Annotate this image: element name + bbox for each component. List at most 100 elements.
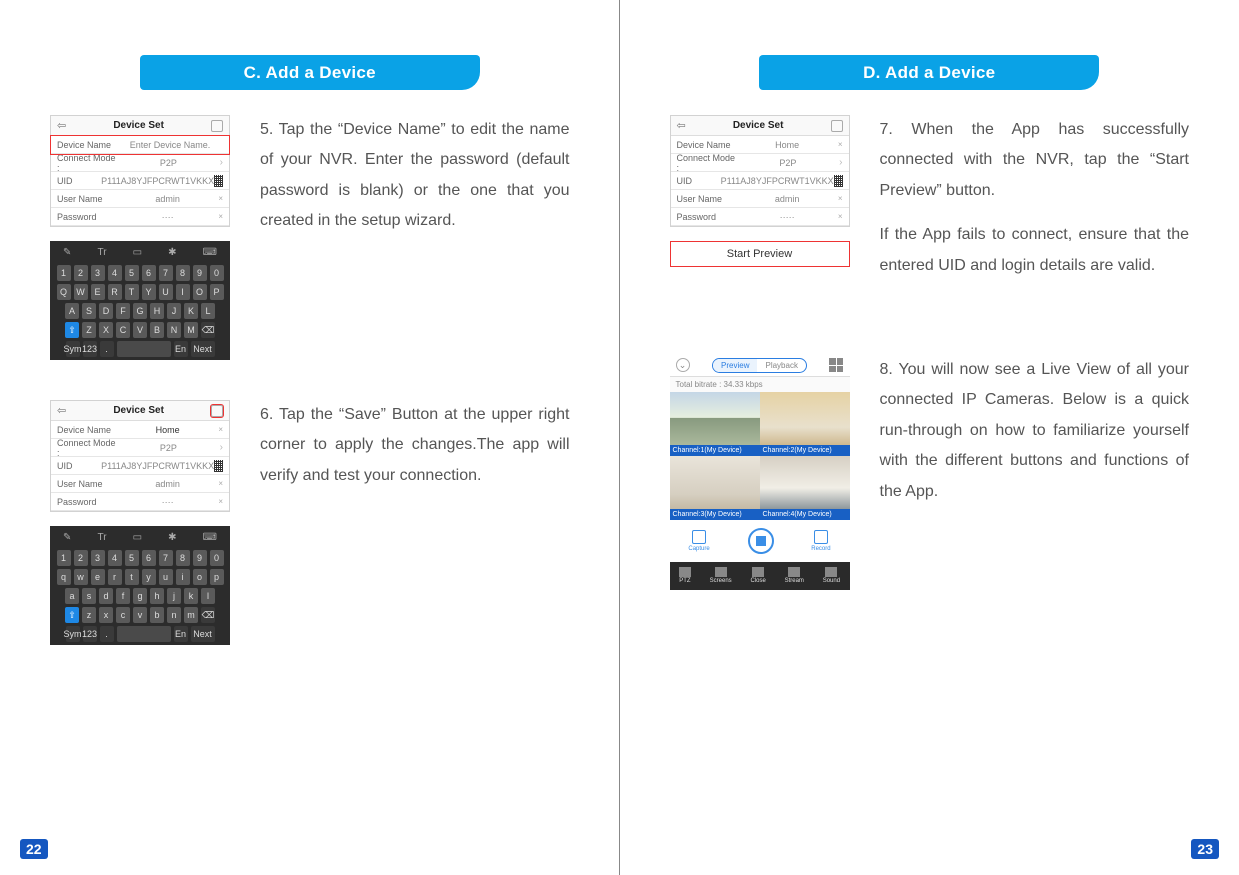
keyboard-key: R [108, 284, 122, 300]
sound-icon [825, 567, 837, 577]
row-value: ···· [162, 497, 174, 507]
expand-icon: ⌄ [676, 358, 690, 372]
titlebar-title: Device Set [113, 120, 164, 131]
keyboard-key: . [100, 341, 114, 357]
record-label: Record [811, 546, 830, 552]
mock-device-set-step7: ⇦ Device Set Device Name Home × Connect … [670, 115, 850, 227]
camera-icon [692, 530, 706, 544]
keyboard-key: O [193, 284, 207, 300]
keyboard-key: v [133, 607, 147, 623]
row-label: User Name [57, 194, 117, 204]
page-23: D. Add a Device ⇦ Device Set Device Name… [620, 0, 1239, 875]
keyboard-key: n [167, 607, 181, 623]
keyboard-key: d [99, 588, 113, 604]
keyboard-key: M [184, 322, 198, 338]
keyboard-key: a [65, 588, 79, 604]
keyboard-key: c [116, 607, 130, 623]
step-8-text: 8. You will now see a Live View of all y… [880, 355, 1190, 507]
clear-icon: × [218, 497, 223, 506]
page-number: 22 [20, 839, 48, 859]
channel-caption: Channel:4(My Device) [760, 509, 850, 520]
kbd-tool-icon: ⌨ [203, 247, 217, 258]
keyboard-key: H [150, 303, 164, 319]
row-label: Password [57, 212, 117, 222]
row-value: admin [775, 194, 800, 204]
keyboard-key: g [133, 588, 147, 604]
row-value: Home [775, 140, 799, 150]
kbd-tool-icon: ✎ [63, 247, 71, 258]
mock-device-set-step5: ⇦ Device Set Device Name Enter Device Na… [50, 115, 230, 227]
mock-keyboard-lower: ✎Tr▭✱⌨ 1234567890 qwertyuiop asdfghjkl ⇧… [50, 526, 230, 645]
clear-icon: × [218, 194, 223, 203]
keyboard-key: Q [57, 284, 71, 300]
backspace-key: ⌫ [201, 607, 215, 623]
keyboard-key: 6 [142, 550, 156, 566]
kbd-tool-icon: ⌨ [203, 532, 217, 543]
row-label: Device Name [677, 140, 737, 150]
keyboard-key: Sym [66, 341, 80, 357]
keyboard-key: 3 [91, 550, 105, 566]
keyboard-key: l [201, 588, 215, 604]
keyboard-key: En [174, 626, 188, 642]
keyboard-key: y [142, 569, 156, 585]
back-icon: ⇦ [57, 119, 66, 132]
keyboard-key: E [91, 284, 105, 300]
keyboard-key: J [167, 303, 181, 319]
keyboard-key: L [201, 303, 215, 319]
keyboard-key: Sym [66, 626, 80, 642]
keyboard-key: F [116, 303, 130, 319]
keyboard-key: 1 [57, 550, 71, 566]
grid-icon [829, 358, 843, 372]
keyboard-key: Z [82, 322, 96, 338]
keyboard-key: r [108, 569, 122, 585]
row-value: ····· [780, 212, 795, 222]
clear-icon: × [218, 479, 223, 488]
keyboard-key: B [150, 322, 164, 338]
row-value: P2P [160, 158, 177, 168]
kbd-tool-icon: Tr [97, 247, 106, 258]
record-icon [814, 530, 828, 544]
keyboard-key: A [65, 303, 79, 319]
keyboard-key: f [116, 588, 130, 604]
keyboard-key: Next [191, 626, 215, 642]
shift-key: ⇧ [65, 607, 79, 623]
keyboard-key: u [159, 569, 173, 585]
keyboard-key: 123 [83, 341, 97, 357]
keyboard-key: i [176, 569, 190, 585]
bottom-stream: Stream [785, 567, 804, 584]
keyboard-key: Next [191, 341, 215, 357]
bottom-ptz: PTZ [679, 567, 691, 584]
seg-playback: Playback [757, 359, 805, 372]
row-label: UID [677, 176, 721, 186]
keyboard-key: C [116, 322, 130, 338]
seg-preview: Preview [713, 359, 757, 372]
keyboard-key: D [99, 303, 113, 319]
keyboard-key: . [100, 626, 114, 642]
kbd-tool-icon: ✱ [168, 532, 176, 543]
qr-icon [214, 460, 223, 472]
keyboard-key: N [167, 322, 181, 338]
record-button: Record [811, 530, 830, 552]
kbd-tool-icon: ✱ [168, 247, 176, 258]
keyboard-key: P [210, 284, 224, 300]
kbd-tool-icon: ✎ [63, 532, 71, 543]
keyboard-key: 5 [125, 265, 139, 281]
mock-device-set-step6: ⇦ Device Set Device Name Home × Connect … [50, 400, 230, 512]
row-label: Connect Mode : [57, 153, 117, 173]
keyboard-key: X [99, 322, 113, 338]
keyboard-key: x [99, 607, 113, 623]
qr-icon [214, 175, 223, 187]
clear-icon: × [838, 140, 843, 149]
keyboard-key: b [150, 607, 164, 623]
keyboard-key: w [74, 569, 88, 585]
keyboard-key: 9 [193, 265, 207, 281]
back-icon: ⇦ [57, 404, 66, 417]
space-key [117, 626, 171, 642]
keyboard-key: 7 [159, 550, 173, 566]
keyboard-key: m [184, 607, 198, 623]
channel-caption: Channel:2(My Device) [760, 445, 850, 456]
row-value: P2P [160, 443, 177, 453]
bottom-close: Close [750, 567, 765, 584]
keyboard-key: T [125, 284, 139, 300]
kbd-tool-icon: ▭ [133, 247, 142, 258]
